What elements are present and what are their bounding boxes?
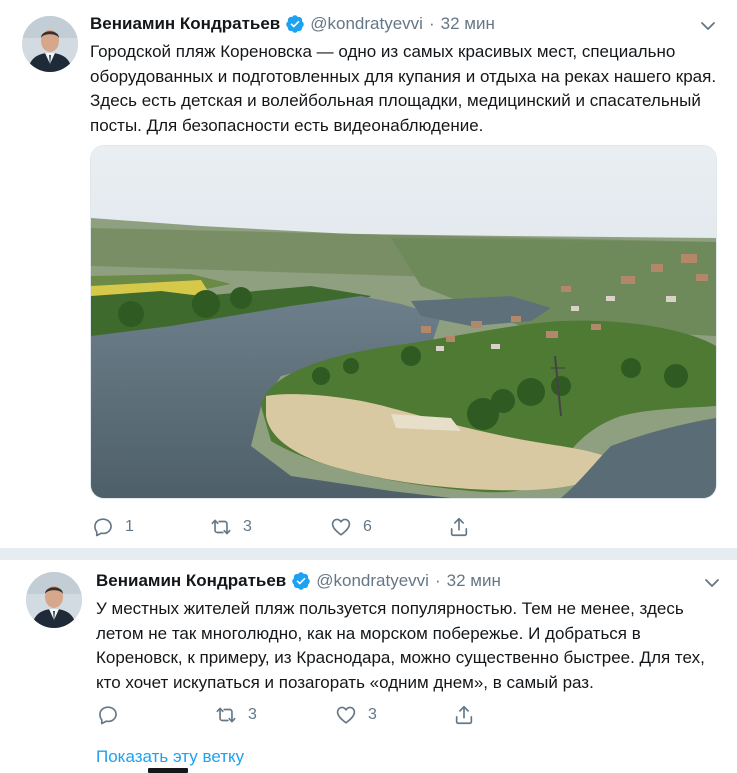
tweet-header: Вениамин Кондратьев @kondratyevvi · 32 м… bbox=[96, 571, 501, 591]
author-handle[interactable]: @kondratyevvi bbox=[310, 14, 423, 34]
tweet-text: У местных жителей пляж пользуется популя… bbox=[96, 599, 705, 692]
tweet-divider bbox=[0, 548, 737, 560]
tweet-actions: 3 3 bbox=[97, 704, 475, 726]
share-button[interactable] bbox=[453, 704, 475, 726]
tweet-text: Городской пляж Кореновска — одно из самы… bbox=[90, 42, 717, 135]
reply-button[interactable] bbox=[97, 704, 215, 726]
chevron-down-icon[interactable] bbox=[704, 576, 720, 588]
author-name[interactable]: Вениамин Кондратьев bbox=[90, 14, 280, 34]
reply-icon bbox=[92, 516, 114, 538]
reply-button[interactable]: 1 bbox=[92, 516, 210, 538]
share-button[interactable] bbox=[448, 516, 470, 538]
retweet-icon bbox=[215, 704, 237, 726]
retweet-button[interactable]: 3 bbox=[215, 704, 335, 726]
heart-icon bbox=[330, 516, 352, 538]
retweet-count: 3 bbox=[243, 518, 252, 535]
share-icon bbox=[448, 516, 470, 538]
reply-count: 1 bbox=[125, 518, 134, 535]
aerial-photo bbox=[91, 146, 716, 498]
separator: · bbox=[434, 571, 441, 590]
verified-badge-icon bbox=[291, 571, 311, 591]
chevron-down-icon[interactable] bbox=[700, 19, 716, 31]
like-button[interactable]: 6 bbox=[330, 516, 448, 538]
avatar[interactable] bbox=[22, 16, 78, 72]
author-name[interactable]: Вениамин Кондратьев bbox=[96, 571, 286, 591]
show-thread-link[interactable]: Показать эту ветку bbox=[96, 747, 244, 767]
like-count: 6 bbox=[363, 518, 372, 535]
next-content-peek bbox=[148, 768, 188, 773]
retweet-icon bbox=[210, 516, 232, 538]
timestamp[interactable]: 32 мин bbox=[441, 14, 495, 34]
avatar[interactable] bbox=[26, 572, 82, 628]
like-button[interactable]: 3 bbox=[335, 704, 453, 726]
retweet-button[interactable]: 3 bbox=[210, 516, 330, 538]
timestamp[interactable]: 32 мин bbox=[447, 571, 501, 591]
separator: · bbox=[428, 14, 435, 33]
tweet-header: Вениамин Кондратьев @kondratyevvi · 32 м… bbox=[90, 14, 495, 34]
reply-icon bbox=[97, 704, 119, 726]
heart-icon bbox=[335, 704, 357, 726]
author-handle[interactable]: @kondratyevvi bbox=[316, 571, 429, 591]
retweet-count: 3 bbox=[248, 706, 257, 723]
tweet-actions: 1 3 6 bbox=[92, 516, 470, 538]
verified-badge-icon bbox=[285, 14, 305, 34]
like-count: 3 bbox=[368, 706, 377, 723]
share-icon bbox=[453, 704, 475, 726]
tweet-photo[interactable] bbox=[90, 145, 717, 499]
